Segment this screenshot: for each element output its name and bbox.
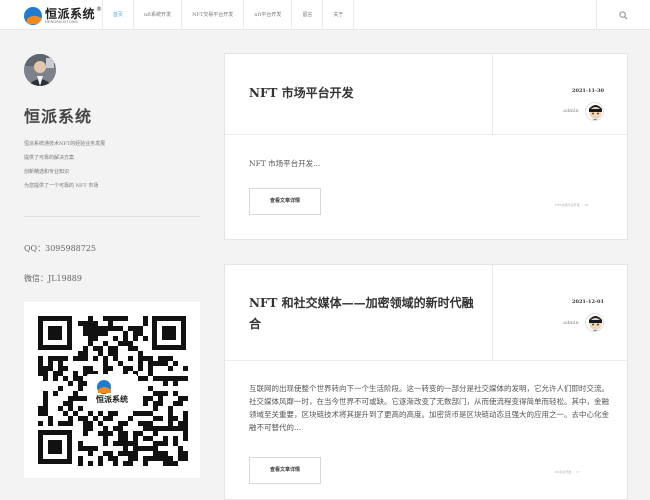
read-more-button[interactable]: 查看文章详情 (249, 188, 321, 215)
motto-line: 创新精选和专业知识 (24, 169, 70, 175)
site-title: 恒派系统 (24, 107, 93, 126)
wechat-qr-code: 恒派系统 (24, 302, 200, 478)
nav-item-home[interactable]: 首页 (103, 0, 135, 30)
post-author[interactable]: admin (563, 108, 579, 114)
nav-item-about[interactable]: 关于 (323, 0, 355, 30)
author-avatar-icon[interactable] (585, 313, 604, 332)
search-button[interactable] (596, 0, 650, 30)
wechat-contact: 微信：JL19889 (24, 274, 82, 283)
site-motto: 恒派系统通技术NFT的经验业务发展 提供了可靠的解决方案 创新精选和专业知识 为… (24, 139, 204, 195)
post-excerpt: 互联网的出现使整个世界转向下一个生活阶段。这一转变的一部分是社交媒体的发明，它允… (249, 384, 609, 432)
post-excerpt: NFT 市场平台开发... (249, 159, 321, 168)
post-meta: nft平台开发 · · 17 (555, 470, 580, 474)
top-navbar: 恒派系统 HENGPAIXITONG ® 首页 nft系统开发 NFT交易平台开… (0, 0, 650, 30)
nav-item-nft-exchange[interactable]: NFT交易平台开发 (182, 0, 245, 30)
motto-line: 为您提供了一个可靠的 NFT 市场 (24, 183, 99, 189)
qr-logo-text: 恒派系统 (96, 394, 128, 404)
nav-item-nft-system[interactable]: nft系统开发 (134, 0, 183, 30)
logo-icon (24, 7, 42, 25)
motto-line: 提供了可靠的解决方案 (24, 155, 75, 161)
post-title-link[interactable]: NFT 市场平台开发 (249, 83, 479, 104)
post-card: NFT 市场平台开发 2021-11-30 admin NFT 市场平台开发..… (224, 53, 628, 240)
avatar-photo (24, 54, 56, 86)
logo-title: 恒派系统 (45, 6, 96, 21)
post-date: 2021-12-01 (572, 299, 604, 305)
site-logo[interactable]: 恒派系统 HENGPAIXITONG ® (24, 6, 102, 26)
sidebar-divider (24, 216, 200, 217)
qq-contact: QQ：3095988725 (24, 244, 97, 253)
post-date: 2021-11-30 (572, 88, 604, 94)
post-card: NFT 和社交媒体——加密领域的新时代融合 2021-12-01 admin 互… (224, 264, 628, 500)
search-icon (619, 10, 628, 20)
nav-item-guestbook[interactable]: 留言 (292, 0, 324, 30)
motto-line: 恒派系统通技术NFT的经验业务发展 (24, 141, 106, 147)
qr-code-image: 恒派系统 (38, 316, 188, 466)
post-title-link[interactable]: NFT 和社交媒体——加密领域的新时代融合 (249, 293, 479, 335)
logo-subtitle: HENGPAIXITONG (45, 19, 79, 24)
post-meta: NFT交易平台开发 · · 34 (555, 203, 589, 207)
author-avatar[interactable] (24, 54, 56, 86)
nav-item-nft-platform[interactable]: nft平台开发 (244, 0, 293, 30)
main-nav: 首页 nft系统开发 NFT交易平台开发 nft平台开发 留言 关于 (102, 0, 355, 30)
author-avatar-icon[interactable] (585, 102, 604, 121)
post-author[interactable]: admin (563, 320, 579, 326)
read-more-button[interactable]: 查看文章详情 (249, 457, 321, 484)
